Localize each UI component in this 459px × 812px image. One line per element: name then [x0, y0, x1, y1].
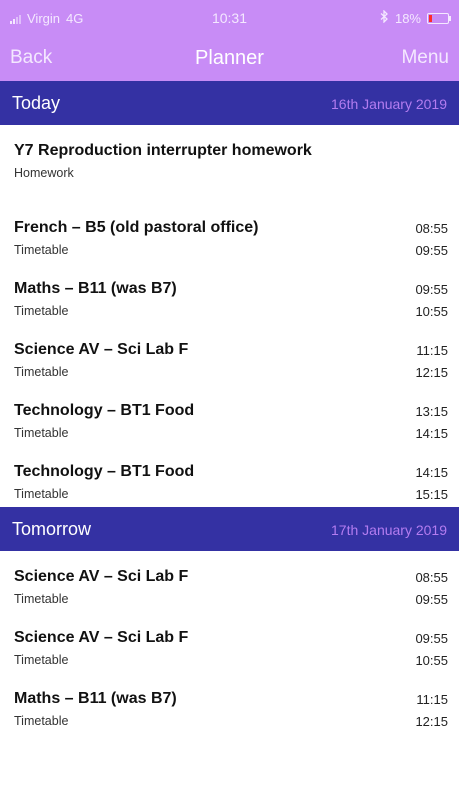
section-label: Today [12, 93, 61, 113]
menu-button[interactable]: Menu [401, 47, 449, 69]
item-end-time: 10:55 [415, 304, 448, 319]
item-title: Science AV – Sci Lab F [14, 629, 189, 646]
list-item[interactable]: Technology – BT1 Food Timetable 13:15 14… [0, 385, 459, 446]
item-title: Maths – B11 (was B7) [14, 690, 177, 707]
status-right: 18% [380, 9, 451, 26]
item-title: Science AV – Sci Lab F [14, 341, 189, 358]
item-title: Science AV – Sci Lab F [14, 568, 189, 585]
item-type: Timetable [14, 714, 69, 728]
item-start-time: 08:55 [415, 570, 448, 585]
item-type: Timetable [14, 653, 69, 667]
section-header-tomorrow: Tomorrow 17th January 2019 [0, 507, 459, 551]
battery-fill [429, 14, 432, 22]
list-item[interactable]: Science AV – Sci Lab F Timetable 09:55 1… [0, 612, 459, 673]
item-start-time: 13:15 [415, 404, 448, 419]
section-date: 16th January 2019 [331, 96, 447, 112]
page-title: Planner [195, 47, 264, 69]
item-start-time: 11:15 [416, 692, 448, 707]
planner-list: Today 16th January 2019 Y7 Reproduction … [0, 81, 459, 734]
item-type: Timetable [14, 304, 69, 318]
bluetooth-icon [380, 9, 389, 26]
item-title: Technology – BT1 Food [14, 463, 195, 480]
section-label: Tomorrow [12, 519, 92, 539]
back-button[interactable]: Back [10, 47, 52, 69]
item-start-time: 08:55 [415, 221, 448, 236]
list-item[interactable]: Maths – B11 (was B7) Timetable 09:55 10:… [0, 263, 459, 324]
item-title: French – B5 (old pastoral office) [14, 219, 259, 236]
item-type: Timetable [14, 592, 69, 606]
battery-icon [427, 12, 451, 24]
item-start-time: 09:55 [415, 631, 448, 646]
item-end-time: 14:15 [415, 426, 448, 441]
battery-percent: 18% [394, 10, 421, 26]
list-item[interactable]: Science AV – Sci Lab F Timetable 11:15 1… [0, 324, 459, 385]
item-start-time: 09:55 [415, 282, 448, 297]
item-start-time: 11:15 [416, 343, 448, 358]
list-item[interactable]: French – B5 (old pastoral office) Timeta… [0, 202, 459, 263]
item-end-time: 12:15 [415, 714, 448, 729]
item-end-time: 09:55 [415, 243, 448, 258]
item-type: Timetable [14, 243, 69, 257]
item-end-time: 09:55 [415, 592, 448, 607]
item-type: Timetable [14, 426, 69, 440]
item-end-time: 15:15 [415, 487, 448, 502]
status-bar: Virgin 4G 10:31 18% [0, 0, 459, 36]
nav-bar: Back Planner Menu [0, 36, 459, 81]
item-type: Timetable [14, 487, 69, 501]
item-title: Y7 Reproduction interrupter homework [14, 142, 312, 159]
item-start-time: 14:15 [415, 465, 448, 480]
item-type: Timetable [14, 365, 69, 379]
section-date: 17th January 2019 [331, 522, 447, 538]
list-item[interactable]: Science AV – Sci Lab F Timetable 08:55 0… [0, 551, 459, 612]
item-end-time: 12:15 [415, 365, 448, 380]
item-type: Homework [14, 166, 74, 180]
section-header-today: Today 16th January 2019 [0, 81, 459, 125]
list-item[interactable]: Technology – BT1 Food Timetable 14:15 15… [0, 446, 459, 507]
list-item[interactable]: Y7 Reproduction interrupter homework Hom… [0, 125, 459, 202]
item-title: Technology – BT1 Food [14, 402, 195, 419]
list-item[interactable]: Maths – B11 (was B7) Timetable 11:15 12:… [0, 673, 459, 734]
item-title: Maths – B11 (was B7) [14, 280, 177, 297]
item-end-time: 10:55 [415, 653, 448, 668]
